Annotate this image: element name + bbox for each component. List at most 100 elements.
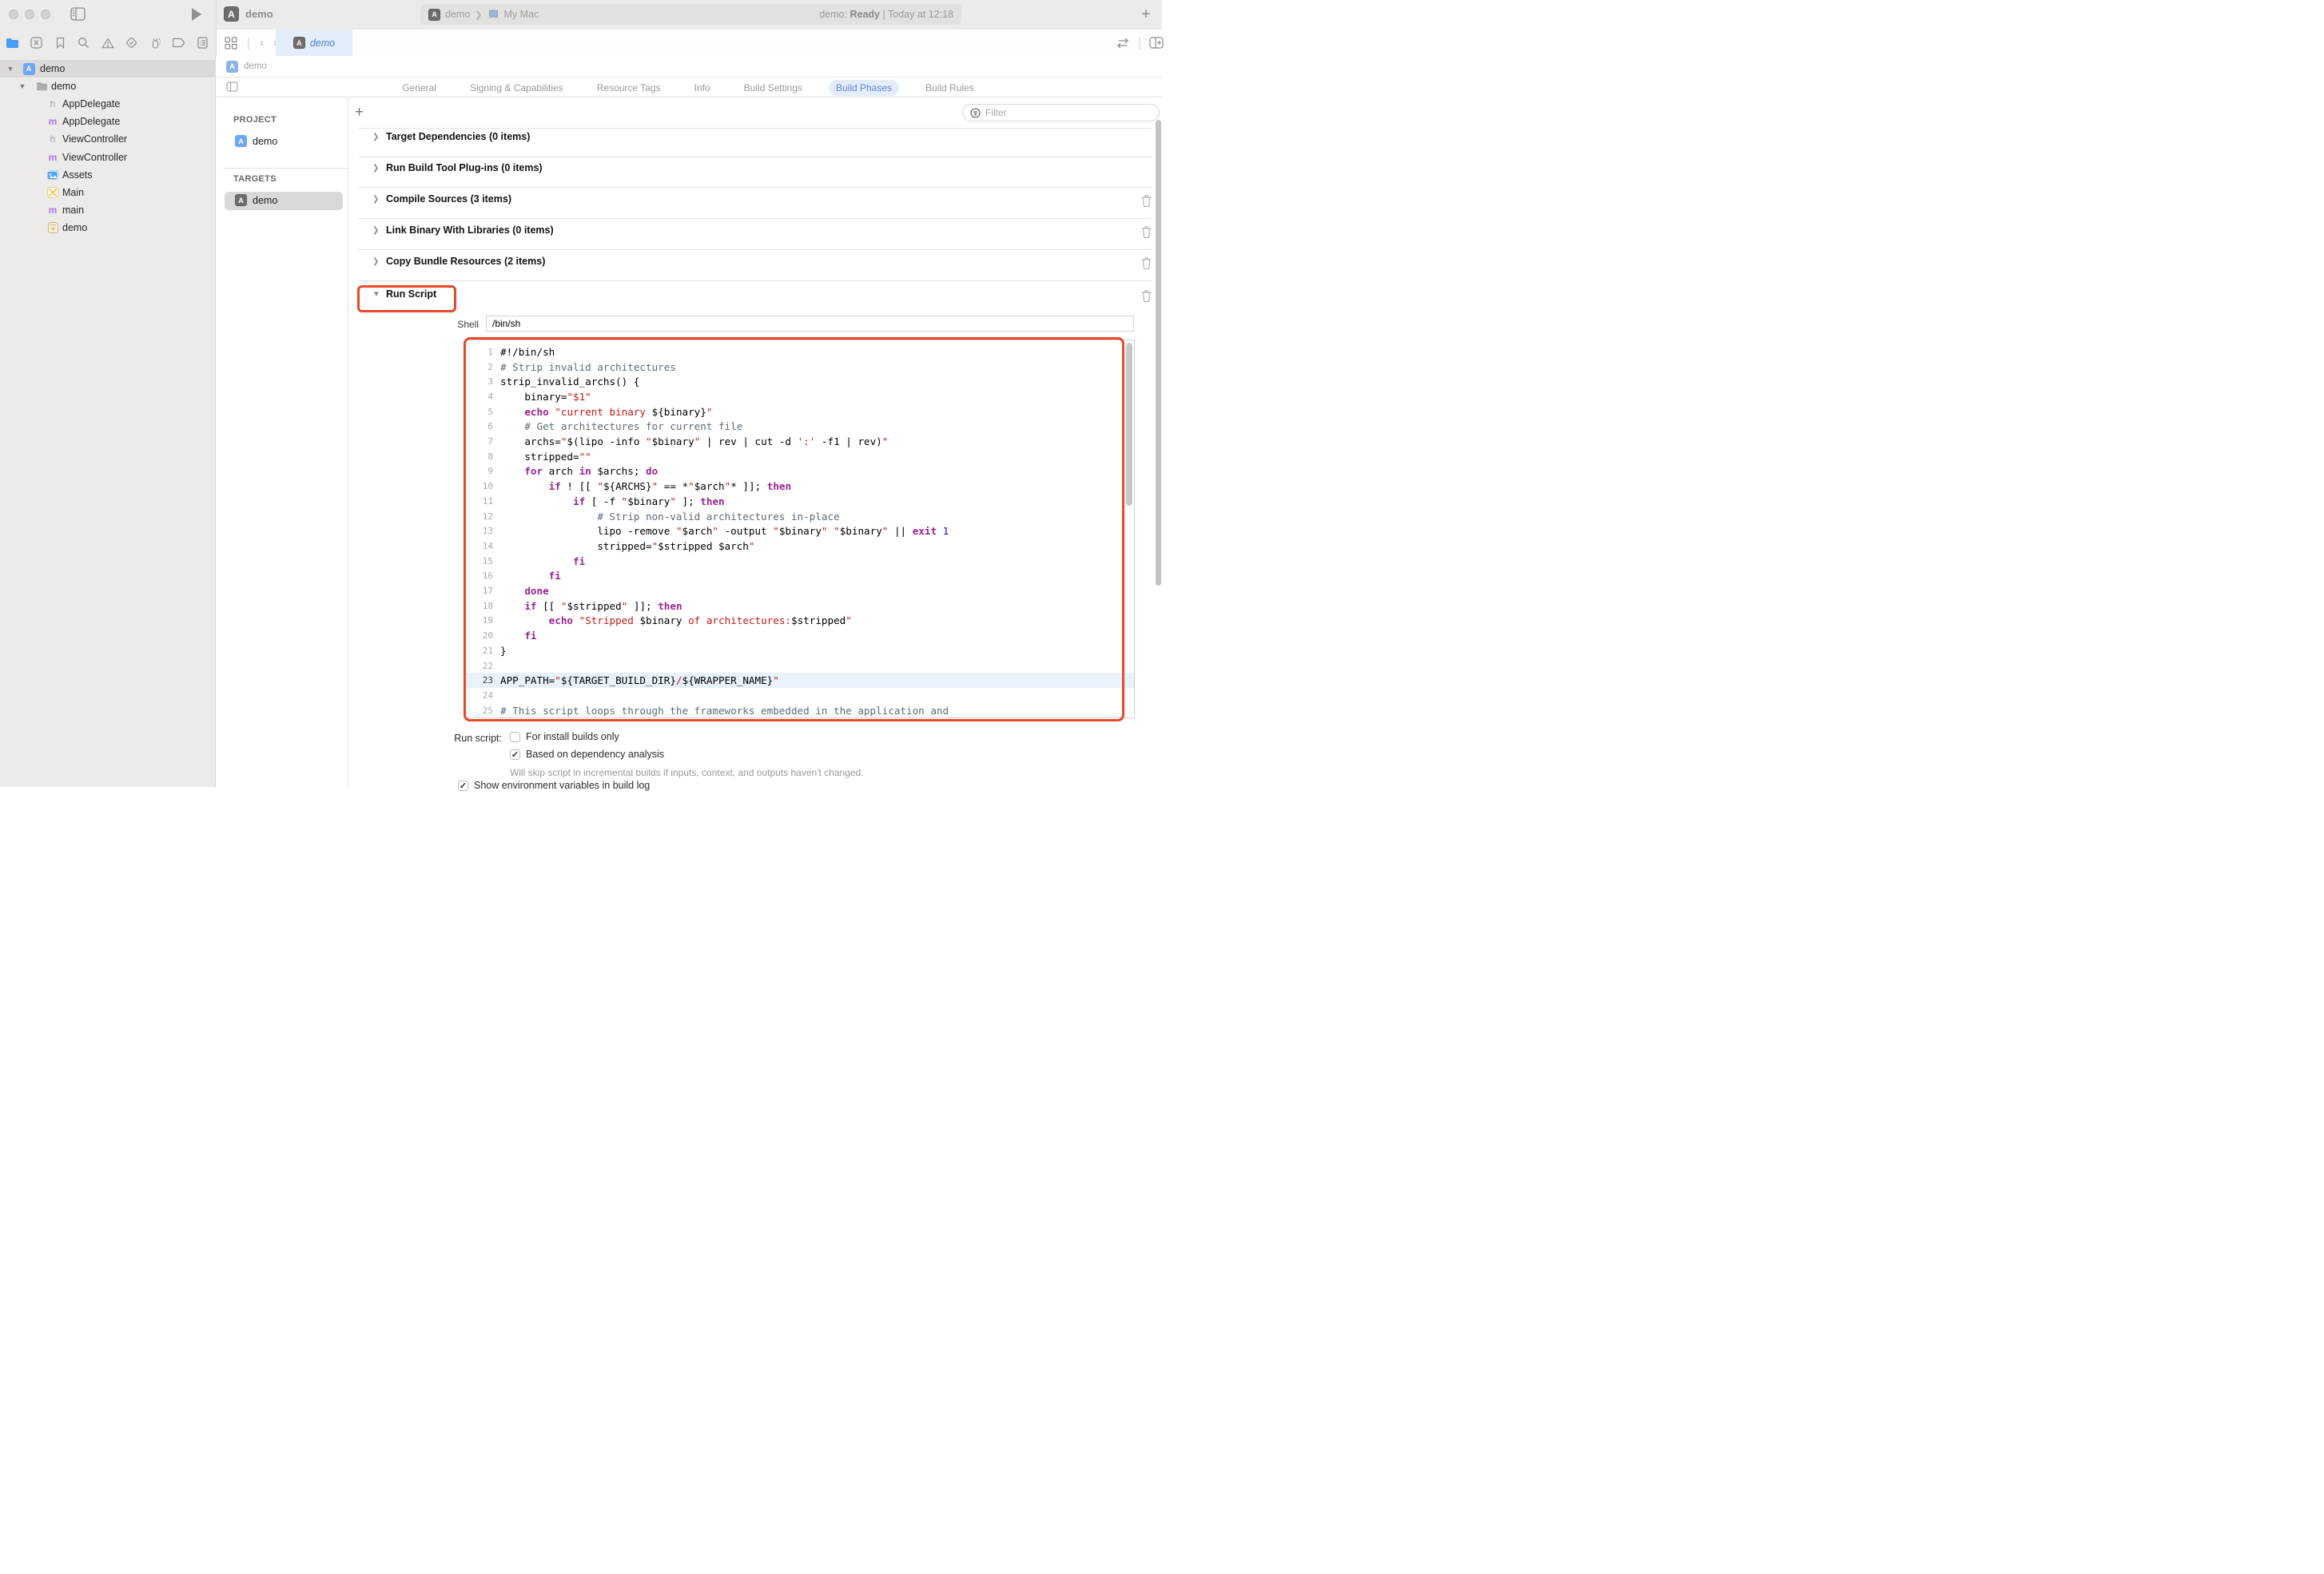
shell-label: Shell — [423, 319, 479, 330]
shell-field[interactable]: /bin/sh — [486, 316, 1134, 332]
scheme-destination[interactable]: My Mac — [504, 9, 539, 20]
phase-section-link-binary-with-libraries-items[interactable]: ❯Link Binary With Libraries (0 items) — [372, 225, 554, 236]
delete-phase-icon[interactable] — [1140, 194, 1152, 207]
run-button[interactable] — [190, 7, 203, 22]
toolbar-row: | ‹ › A demo | — [0, 30, 1162, 56]
close-window-button[interactable] — [9, 10, 18, 19]
targets-header: TARGETS — [233, 174, 277, 184]
add-editor-icon[interactable] — [1149, 37, 1164, 49]
zoom-window-button[interactable] — [41, 10, 50, 19]
filter-placeholder: Filter — [985, 107, 1007, 118]
delete-phase-icon[interactable] — [1140, 256, 1152, 269]
navigator-item-demo-0[interactable]: ▼Ademo — [0, 60, 216, 78]
line-number: 22 — [466, 661, 493, 671]
section-divider — [359, 128, 1152, 129]
disclosure-chevron-icon[interactable]: ▼ — [18, 82, 26, 90]
section-divider — [359, 280, 1152, 281]
jump-bar[interactable]: A demo — [217, 56, 1162, 78]
minimize-window-button[interactable] — [25, 10, 34, 19]
window-scrollbar[interactable] — [1156, 120, 1161, 586]
breakpoint-navigator-icon[interactable] — [172, 36, 185, 50]
navigator-item-label: ViewController — [62, 133, 127, 145]
appstore-blue-file-icon: A — [22, 62, 35, 75]
disclosure-chevron-icon[interactable]: ▼ — [6, 65, 14, 73]
new-tab-button[interactable]: + — [1141, 6, 1151, 24]
code-text: # This script loops through the framewor… — [500, 705, 949, 717]
code-line: 7 archs="$(lipo -info "$binary" | rev | … — [466, 434, 1121, 449]
source-control-navigator-icon[interactable] — [30, 36, 43, 50]
code-line: 8 stripped="" — [466, 449, 1121, 464]
scheme-project[interactable]: demo — [445, 9, 470, 20]
swap-editor-icon[interactable] — [1116, 38, 1130, 49]
project-navigator-icon[interactable] — [6, 36, 19, 50]
code-text: stripped="$stripped $arch" — [500, 540, 754, 552]
install-builds-only-option[interactable]: For install builds only — [510, 731, 619, 742]
run-script-section-header[interactable]: ▼ Run Script — [372, 288, 436, 300]
navigator-item-main-8[interactable]: mmain — [0, 201, 216, 219]
tab-signing-capabilities[interactable]: Signing & Capabilities — [463, 80, 571, 96]
phase-section-run-build-tool-plug-ins-items[interactable]: ❯Run Build Tool Plug-ins (0 items) — [372, 162, 543, 173]
checkbox-checked[interactable]: ✓ — [510, 749, 520, 760]
tab-build-settings[interactable]: Build Settings — [737, 80, 810, 96]
project-icon: A — [235, 135, 247, 147]
delete-run-script-icon[interactable] — [1140, 289, 1152, 302]
tab-build-rules[interactable]: Build Rules — [918, 80, 981, 96]
scheme-selector[interactable]: A demo ❯ My Mac demo: Ready | Today at 1… — [420, 4, 961, 25]
navigator-item-label: AppDelegate — [62, 116, 120, 127]
navigator-item-appdelegate-2[interactable]: hAppDelegate — [0, 95, 216, 113]
code-line: 23APP_PATH="${TARGET_BUILD_DIR}/${WRAPPE… — [466, 673, 1121, 688]
chevron-right-icon: ❯ — [372, 133, 379, 141]
checkbox-unchecked[interactable] — [510, 732, 520, 742]
code-line: 16 fi — [466, 569, 1121, 584]
code-line: 1#!/bin/sh — [466, 344, 1121, 360]
navigator-item-label: Assets — [62, 169, 93, 181]
add-build-phase-button[interactable]: + — [355, 104, 364, 121]
tab-demo[interactable]: A demo — [276, 30, 352, 56]
bookmark-navigator-icon[interactable] — [54, 36, 67, 50]
navigator-item-viewcontroller-4[interactable]: hViewController — [0, 130, 216, 148]
navigator-item-viewcontroller-5[interactable]: mViewController — [0, 149, 216, 166]
navigator-item-assets-6[interactable]: Assets — [0, 166, 216, 184]
code-line: 17 done — [466, 583, 1121, 598]
issue-navigator-icon[interactable] — [101, 36, 114, 50]
filter-field[interactable]: Filter — [962, 104, 1160, 121]
tab-bar: | ‹ › A demo | — [217, 30, 1162, 56]
back-button[interactable]: ‹ — [260, 36, 264, 50]
phase-section-title: Copy Bundle Resources (2 items) — [386, 256, 545, 267]
phase-section-compile-sources-items[interactable]: ❯Compile Sources (3 items) — [372, 193, 511, 205]
code-text: if [ -f "$binary" ]; then — [500, 495, 725, 507]
target-row[interactable]: A demo — [235, 194, 277, 206]
toggle-navigator-icon[interactable] — [70, 7, 86, 21]
code-text: strip_invalid_archs() { — [500, 376, 639, 388]
find-navigator-icon[interactable] — [77, 36, 90, 50]
script-editor[interactable]: 1#!/bin/sh2# Strip invalid architectures… — [465, 340, 1135, 718]
report-navigator-icon[interactable] — [196, 36, 209, 50]
navigator-item-appdelegate-3[interactable]: mAppDelegate — [0, 113, 216, 130]
line-number: 10 — [466, 481, 493, 491]
tab-resource-tags[interactable]: Resource Tags — [590, 80, 668, 96]
script-editor-scrollbar[interactable] — [1126, 343, 1132, 506]
navigator-item-demo-9[interactable]: demo — [0, 219, 216, 236]
traffic-lights — [9, 10, 50, 19]
code-text: } — [500, 645, 507, 657]
show-env-vars-option[interactable]: ✓ Show environment variables in build lo… — [458, 780, 650, 791]
test-navigator-icon[interactable] — [125, 36, 138, 50]
delete-phase-icon[interactable] — [1140, 225, 1152, 238]
phase-section-title: Compile Sources (3 items) — [386, 193, 511, 205]
hide-document-items-icon[interactable] — [226, 81, 238, 92]
tab-general[interactable]: General — [395, 80, 444, 96]
xcode-window: A demo A demo ❯ My Mac demo: Ready | Tod… — [0, 0, 1162, 787]
phase-section-copy-bundle-resources-items[interactable]: ❯Copy Bundle Resources (2 items) — [372, 256, 545, 267]
project-row[interactable]: A demo — [235, 135, 277, 147]
tab-build-phases[interactable]: Build Phases — [829, 80, 899, 96]
tab-info[interactable]: Info — [687, 80, 718, 96]
dependency-analysis-option[interactable]: ✓ Based on dependency analysis — [510, 749, 664, 760]
code-line: 22 — [466, 658, 1121, 674]
navigator-item-demo-1[interactable]: ▼demo — [0, 78, 216, 95]
tab-overview-icon[interactable] — [225, 37, 237, 50]
navigator-item-main-7[interactable]: Main — [0, 184, 216, 201]
checkbox-checked[interactable]: ✓ — [458, 781, 468, 791]
phase-section-title: Run Build Tool Plug-ins (0 items) — [386, 162, 543, 173]
phase-section-target-dependencies-items[interactable]: ❯Target Dependencies (0 items) — [372, 131, 530, 142]
debug-navigator-icon[interactable] — [149, 36, 162, 50]
